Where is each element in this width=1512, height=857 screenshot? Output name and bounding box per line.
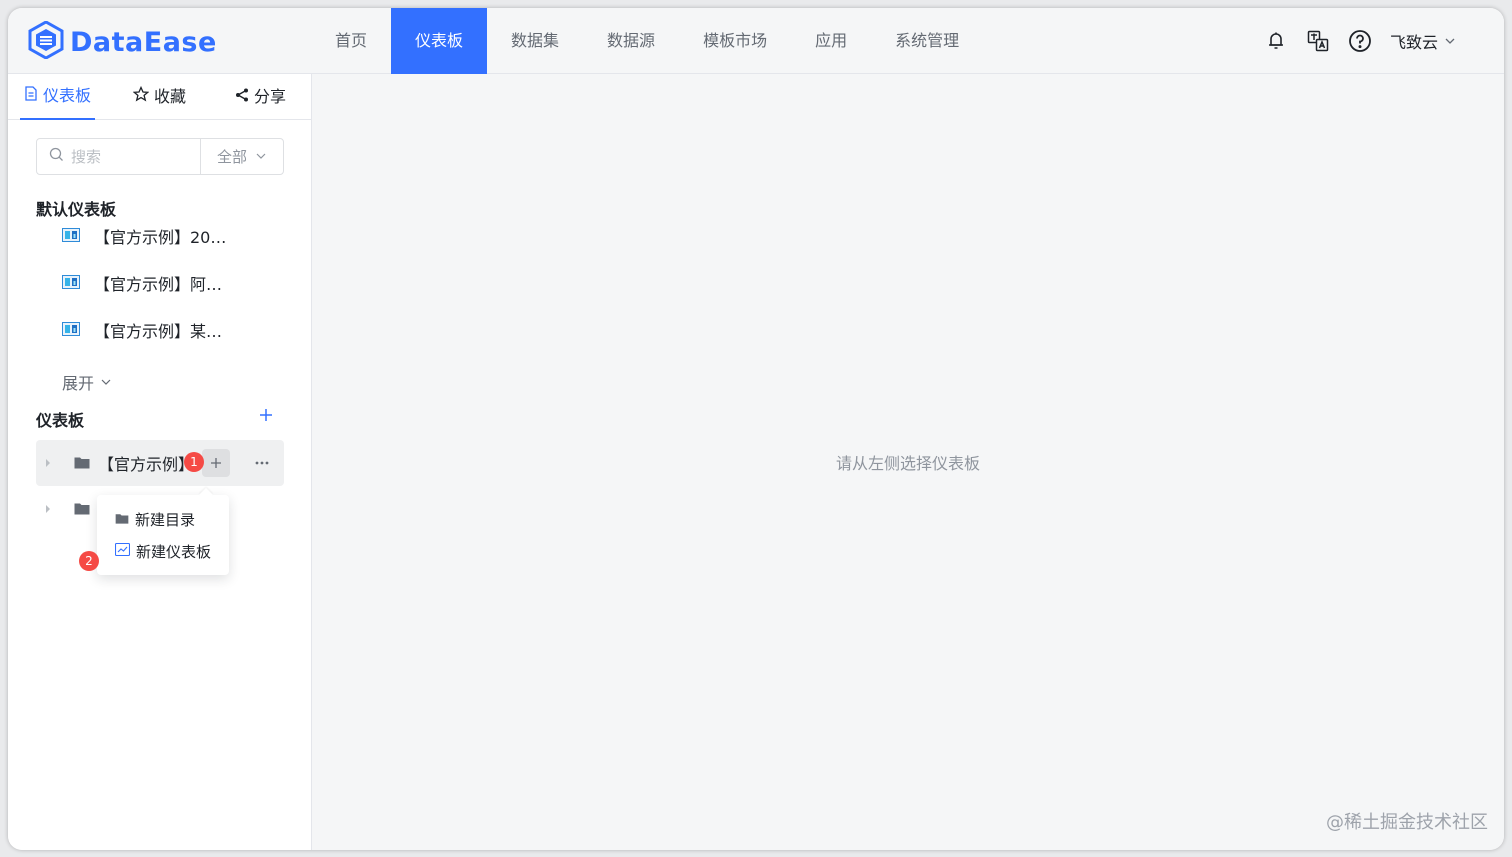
header-actions: 飞致云 (1264, 8, 1456, 74)
add-dashboard-button[interactable] (256, 406, 276, 426)
search-filter-select[interactable]: 全部 (201, 146, 283, 167)
tab-favorites[interactable]: 收藏 (132, 74, 187, 120)
default-dashboard-item[interactable]: 【官方示例】某… (62, 318, 222, 342)
step-badge-1: 1 (184, 452, 204, 472)
item-label: 【官方示例】20… (94, 228, 227, 247)
more-options-icon[interactable] (248, 449, 276, 477)
user-menu[interactable]: 飞致云 (1390, 29, 1456, 53)
main-nav: 首页 仪表板 数据集 数据源 模板市场 应用 系统管理 (311, 8, 983, 74)
default-dashboard-item[interactable]: 【官方示例】20… (62, 224, 226, 248)
expand-label: 展开 (62, 374, 95, 393)
dashboard-icon (62, 227, 80, 246)
item-label: 【官方示例】阿… (94, 275, 223, 294)
caret-right-icon[interactable] (36, 504, 60, 514)
bell-icon[interactable] (1264, 29, 1288, 53)
top-header: DataEase 首页 仪表板 数据集 数据源 模板市场 应用 系统管理 飞致云 (8, 8, 1504, 74)
create-popup-menu: 新建目录 新建仪表板 (97, 495, 229, 575)
nav-item-app[interactable]: 应用 (791, 8, 871, 74)
nav-item-dataset[interactable]: 数据集 (487, 8, 583, 74)
item-label: 【官方示例】某… (94, 322, 223, 341)
menu-item-new-folder[interactable]: 新建目录 (97, 503, 229, 535)
watermark: @稀土掘金技术社区 (1326, 812, 1488, 833)
chevron-down-icon (255, 148, 267, 166)
search-input[interactable] (71, 147, 191, 166)
app-window: DataEase 首页 仪表板 数据集 数据源 模板市场 应用 系统管理 飞致云… (8, 8, 1504, 850)
folder-icon (74, 454, 90, 473)
caret-right-icon[interactable] (36, 458, 60, 468)
nav-item-dashboard[interactable]: 仪表板 (391, 8, 488, 74)
chevron-down-icon (100, 373, 112, 392)
logo[interactable]: DataEase (28, 20, 217, 63)
folder-icon (115, 510, 129, 528)
logo-text: DataEase (70, 26, 217, 58)
menu-item-new-dashboard[interactable]: 新建仪表板 (97, 535, 229, 567)
folder-icon (74, 500, 90, 519)
help-icon[interactable] (1348, 29, 1372, 53)
translate-icon[interactable] (1306, 29, 1330, 53)
tab-dashboard[interactable]: 仪表板 (20, 74, 96, 120)
nav-item-datasource[interactable]: 数据源 (583, 8, 679, 74)
step-badge-2: 2 (79, 551, 99, 571)
search-box: 全部 (36, 138, 284, 175)
default-dashboard-title: 默认仪表板 (36, 200, 117, 219)
expand-button[interactable]: 展开 (62, 370, 112, 394)
tab-label: 分享 (254, 87, 287, 106)
tab-label: 收藏 (154, 87, 187, 106)
chart-icon (114, 542, 131, 560)
plus-icon (259, 407, 273, 426)
empty-state-text: 请从左侧选择仪表板 (835, 454, 980, 473)
folder-label: 【官方示例】 (98, 455, 195, 474)
nav-item-template-market[interactable]: 模板市场 (679, 8, 791, 74)
tab-share[interactable]: 分享 (235, 74, 286, 120)
nav-item-system-management[interactable]: 系统管理 (871, 8, 983, 74)
dashboard-icon (62, 321, 80, 340)
chevron-down-icon (1444, 32, 1456, 51)
search-icon (49, 147, 64, 166)
sidebar: 仪表板 收藏 分享 全部 (8, 74, 312, 850)
tab-label: 仪表板 (43, 86, 92, 105)
dashboard-icon (62, 274, 80, 293)
search-field (37, 139, 201, 174)
nav-item-home[interactable]: 首页 (311, 8, 391, 74)
filter-label: 全部 (216, 148, 247, 166)
document-icon (24, 74, 38, 118)
main-content: 请从左侧选择仪表板 (312, 74, 1504, 850)
share-icon (235, 75, 249, 119)
tree-row-folder[interactable]: 【官方示例】 (36, 440, 284, 486)
folder-add-button[interactable] (202, 449, 230, 477)
logo-icon (28, 20, 64, 63)
menu-item-label: 新建目录 (135, 510, 196, 529)
default-dashboard-item[interactable]: 【官方示例】阿… (62, 271, 222, 295)
star-icon (132, 75, 150, 119)
user-name: 飞致云 (1389, 33, 1438, 52)
menu-item-label: 新建仪表板 (136, 542, 212, 561)
dashboard-section-title: 仪表板 (36, 411, 85, 430)
sidebar-tabs: 仪表板 收藏 分享 (8, 74, 311, 120)
